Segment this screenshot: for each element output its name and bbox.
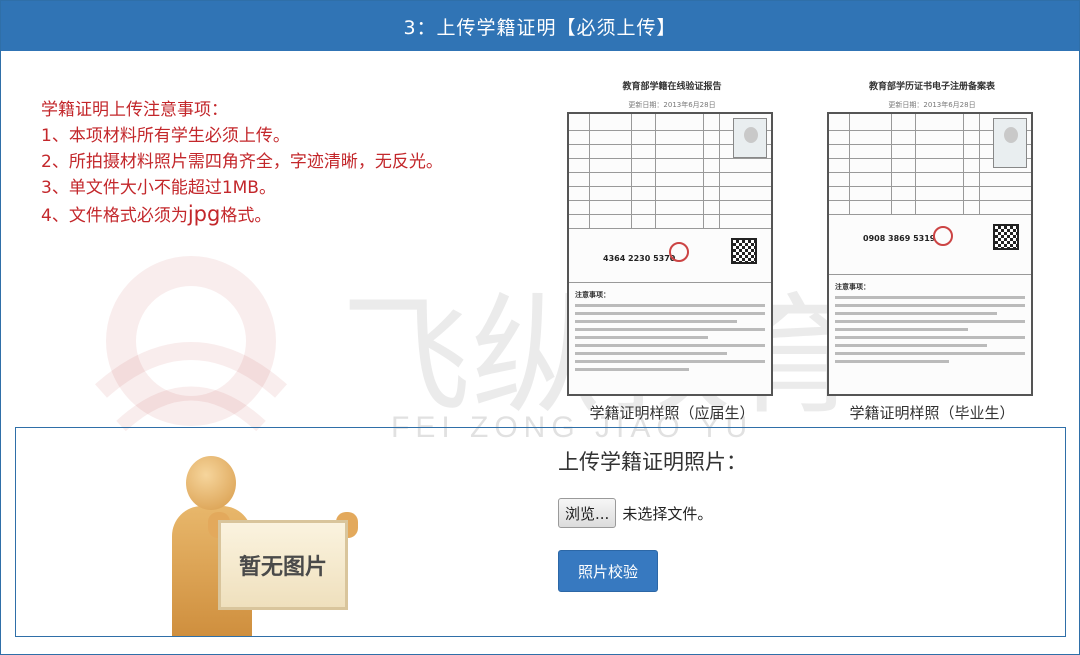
notice-heading: 学籍证明上传注意事项： bbox=[41, 100, 228, 120]
notice-item: 2、所拍摄材料照片需四角齐全，字迹清晰，无反光。 bbox=[41, 152, 443, 172]
seal-icon bbox=[933, 226, 953, 246]
sample-doc: 0908 3869 5319 注意事项： bbox=[827, 112, 1033, 396]
seal-icon bbox=[669, 242, 689, 262]
no-image-placeholder-icon: 暂无图片 bbox=[152, 446, 372, 636]
sample-doc-date: 更新日期：2013年6月28日 bbox=[888, 101, 976, 109]
sample-caption: 学籍证明样照（毕业生） bbox=[849, 404, 1015, 422]
sample-doc-title: 教育部学历证书电子注册备案表 bbox=[868, 82, 995, 92]
sample-photo-icon bbox=[733, 118, 767, 158]
qr-code-icon bbox=[731, 238, 757, 264]
upload-box: 暂无图片 上传学籍证明照片： 浏览... 未选择文件。 照片校验 bbox=[15, 427, 1066, 637]
sample-verify-code: 4364 2230 5370 bbox=[603, 254, 676, 263]
notice-item: 3、单文件大小不能超过1MB。 bbox=[41, 178, 276, 198]
section-title: 3：上传学籍证明【必须上传】 bbox=[403, 16, 677, 39]
photo-verify-button[interactable]: 照片校验 bbox=[558, 550, 658, 592]
no-image-label: 暂无图片 bbox=[218, 520, 348, 610]
upload-notice: 学籍证明上传注意事项： 1、本项材料所有学生必须上传。 2、所拍摄材料照片需四角… bbox=[41, 97, 443, 229]
section-header: 3：上传学籍证明【必须上传】 bbox=[1, 1, 1079, 51]
sample-photo-icon bbox=[993, 118, 1027, 168]
file-input[interactable]: 浏览... 未选择文件。 bbox=[558, 498, 712, 528]
sample-image-current-student: 教育部学籍在线验证报告 更新日期：2013年6月28日 4364 2230 53… bbox=[567, 79, 777, 423]
file-status: 未选择文件。 bbox=[622, 504, 713, 523]
upload-panel: 3：上传学籍证明【必须上传】 飞纵教育 FEI ZONG JIAO YU 学籍证… bbox=[0, 0, 1080, 655]
sample-doc-title: 教育部学籍在线验证报告 bbox=[622, 82, 722, 92]
notice-item: 1、本项材料所有学生必须上传。 bbox=[41, 126, 290, 146]
sample-doc-date: 更新日期：2013年6月28日 bbox=[628, 101, 716, 109]
notice-item: 4、文件格式必须为jpg格式。 bbox=[41, 202, 272, 226]
qr-code-icon bbox=[993, 224, 1019, 250]
sample-verify-code: 0908 3869 5319 bbox=[863, 234, 936, 243]
browse-button[interactable]: 浏览... bbox=[558, 498, 617, 528]
sample-caption: 学籍证明样照（应届生） bbox=[589, 404, 755, 422]
sample-notes: 注意事项： bbox=[835, 282, 1025, 368]
sample-image-graduate: 教育部学历证书电子注册备案表 更新日期：2013年6月28日 0908 3869… bbox=[827, 79, 1037, 423]
sample-doc: 4364 2230 5370 注意事项： bbox=[567, 112, 773, 396]
upload-title: 上传学籍证明照片： bbox=[558, 450, 747, 474]
sample-notes: 注意事项： bbox=[575, 290, 765, 376]
